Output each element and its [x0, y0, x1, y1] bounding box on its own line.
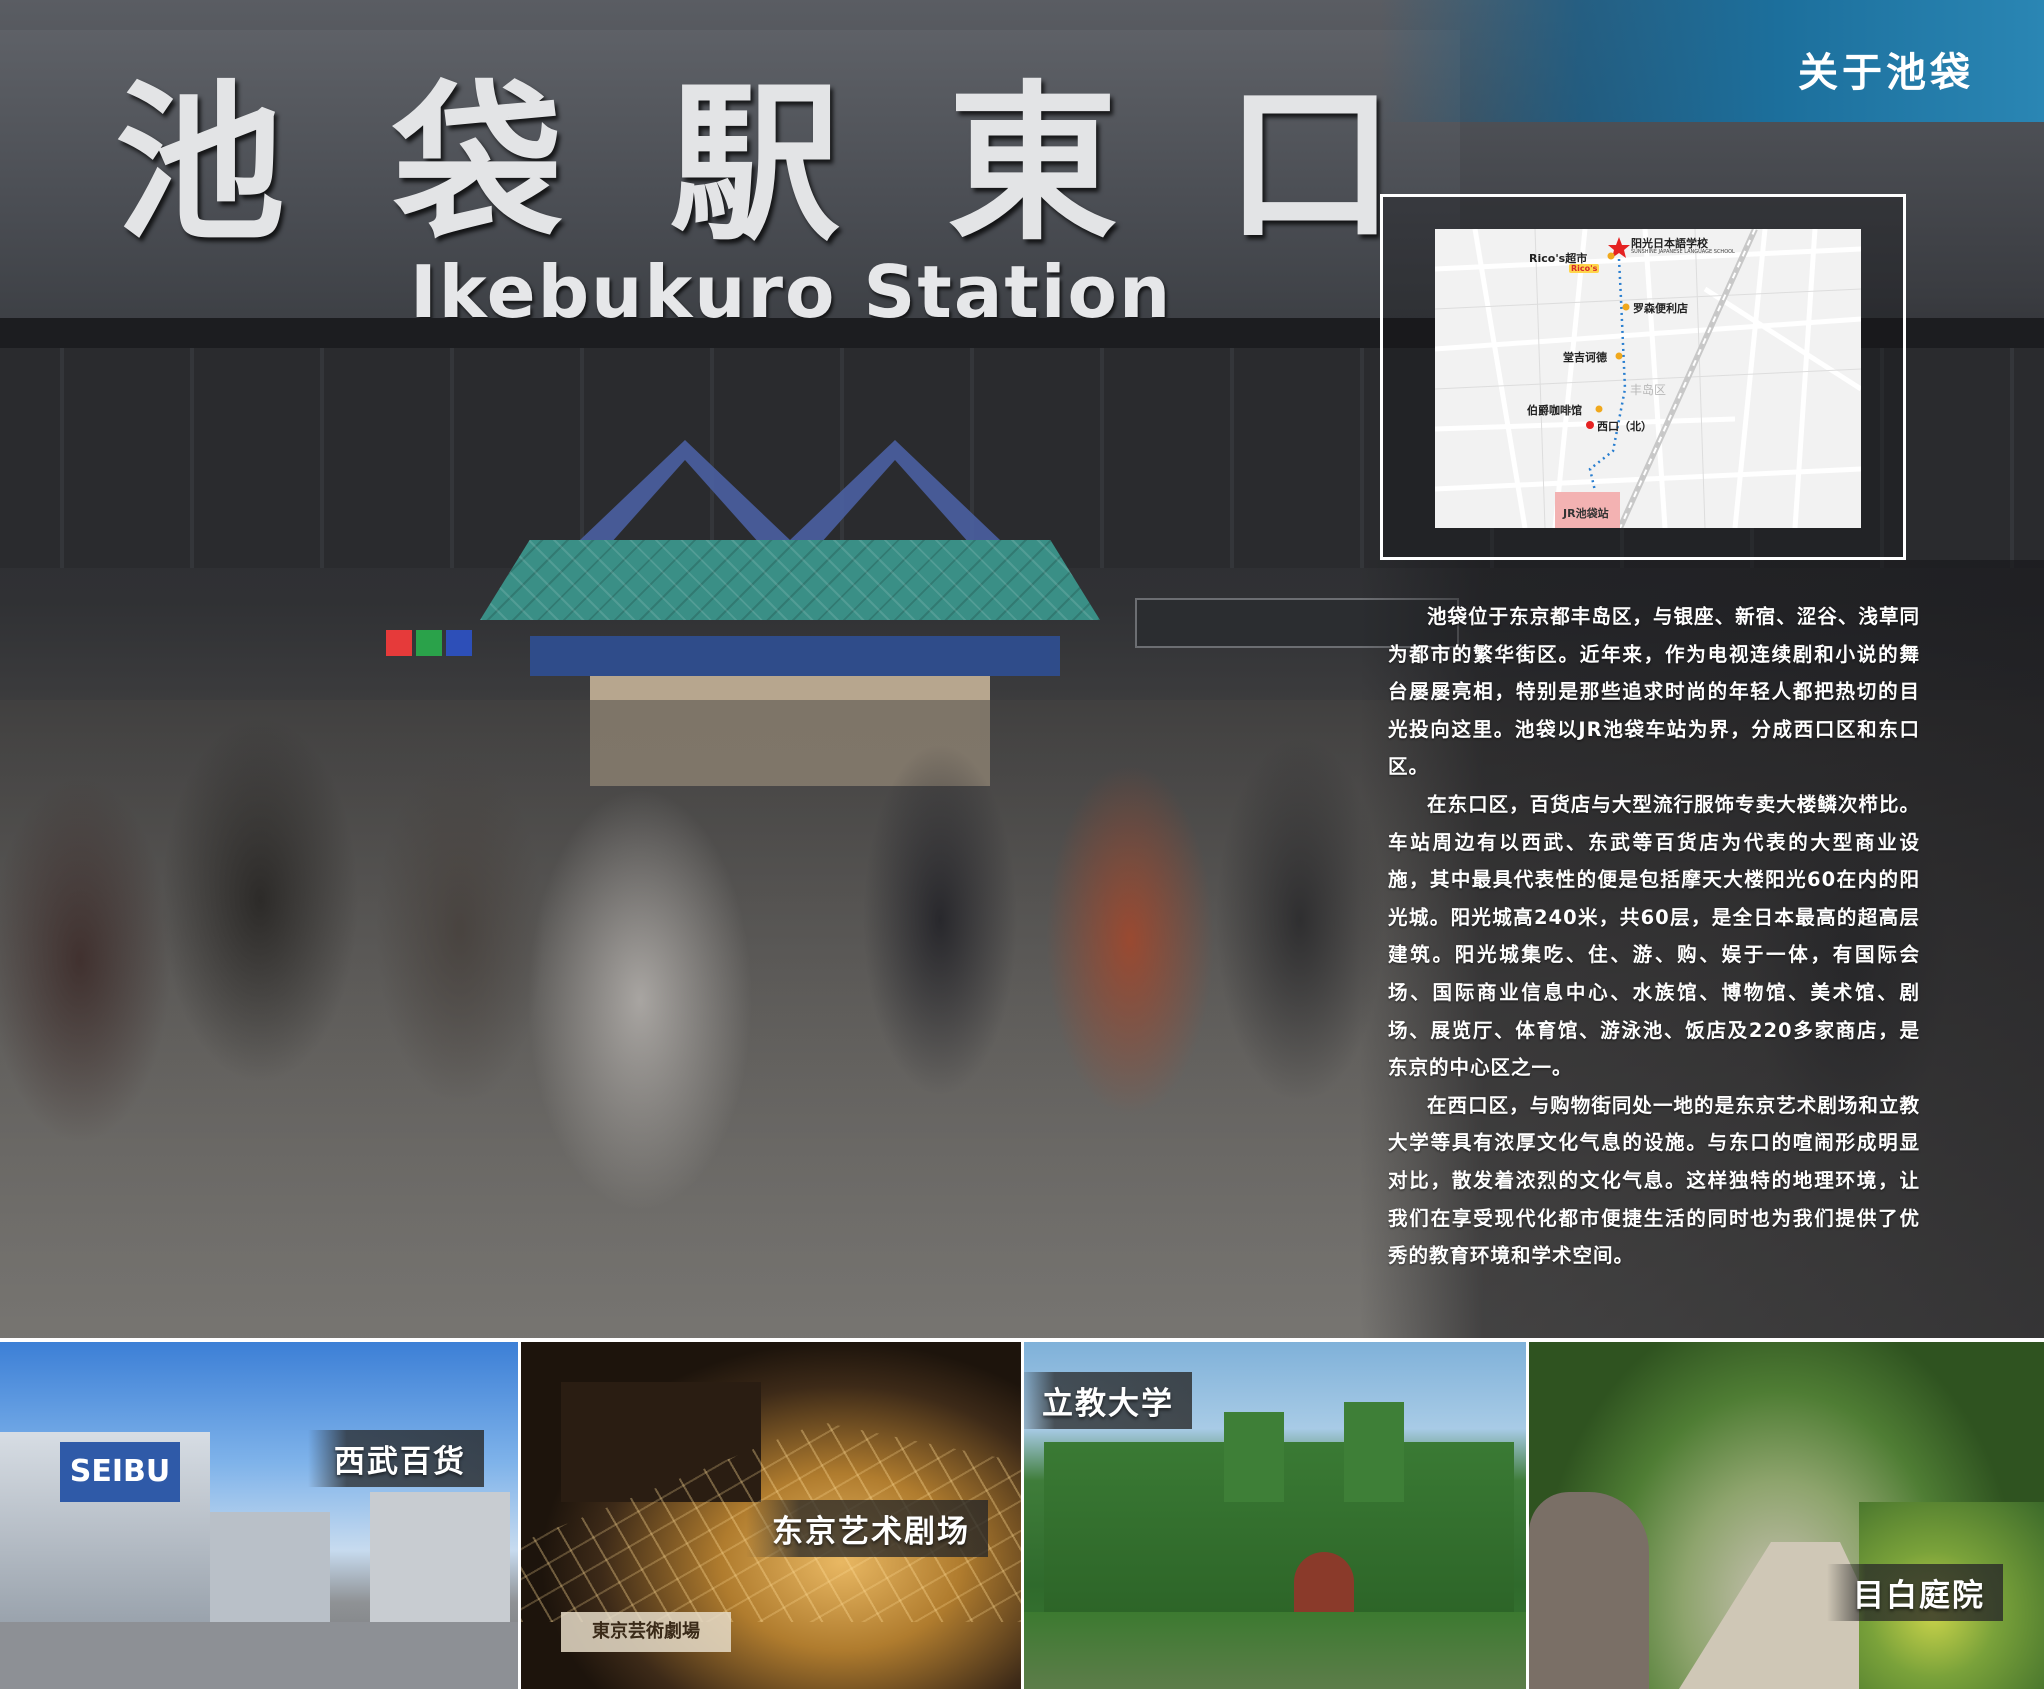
- thumbnail-mejiro-garden: 目白庭院: [1529, 1342, 2044, 1689]
- theatre-sign: 東京芸術劇場: [561, 1612, 731, 1652]
- archway: [1294, 1552, 1354, 1612]
- road: [0, 1622, 518, 1689]
- map-label-donki: 堂吉诃德: [1563, 351, 1607, 364]
- rock: [1529, 1492, 1649, 1689]
- sign-char: 東: [947, 66, 1118, 264]
- map-label-station: JR池袋站: [1563, 507, 1609, 520]
- thumbnail-label: 东京艺术剧场: [746, 1500, 988, 1557]
- thumbnail-label: 西武百货: [308, 1430, 484, 1487]
- store-logo-square: [446, 630, 472, 656]
- sign-char: 池: [115, 66, 286, 264]
- sign-char: 駅: [669, 66, 840, 264]
- thumbnail-seibu: SEIBU 西武百货: [0, 1342, 518, 1689]
- building: [210, 1512, 330, 1622]
- hedge: [1024, 1612, 1526, 1689]
- poi-marker: [1607, 252, 1615, 260]
- map-label-school-en: SUNSHINE JAPANESE LANGUAGE SCHOOL: [1631, 249, 1735, 255]
- thumbnail-rikkyo-university: 立教大学: [1024, 1342, 1526, 1689]
- kiosk-roof: [480, 540, 1100, 620]
- thumbnail-strip: SEIBU 西武百货 東京芸術劇場 东京艺术剧场 立教大学 目白庭院: [0, 1338, 2044, 1689]
- tower: [1224, 1412, 1284, 1502]
- sign-char: 袋: [392, 66, 563, 264]
- building: [370, 1492, 510, 1622]
- tower: [1344, 1402, 1404, 1502]
- poi-marker: [1622, 303, 1630, 311]
- map-streets: [1435, 229, 1861, 528]
- map-label-lawson: 罗森便利店: [1633, 302, 1688, 315]
- rico-logo: Rico's: [1569, 264, 1600, 273]
- poi-marker: [1595, 405, 1603, 413]
- paragraph: 在东口区，百货店与大型流行服饰专卖大楼鳞次栉比。车站周边有以西武、东武等百货店为…: [1388, 792, 1920, 1080]
- poi-marker: [1615, 352, 1623, 360]
- seibu-sign: SEIBU: [60, 1442, 180, 1502]
- map-label-cafe: 伯爵咖啡馆: [1527, 404, 1582, 417]
- title-ribbon: 关于池袋: [1380, 0, 2044, 122]
- page-title: 关于池袋: [1798, 50, 1974, 96]
- map-frame: 阳光日本語学校 SUNSHINE JAPANESE LANGUAGE SCHOO…: [1380, 194, 1906, 560]
- thumbnail-label: 立教大学: [1024, 1372, 1192, 1429]
- store-logo-square: [416, 630, 442, 656]
- sign-char: 口: [1224, 66, 1395, 264]
- station-sign-kanji: 池 袋 駅 東 口: [115, 80, 1395, 250]
- store-logo-square: [386, 630, 412, 656]
- kiosk-band: [530, 636, 1060, 676]
- area-map: 阳光日本語学校 SUNSHINE JAPANESE LANGUAGE SCHOO…: [1435, 229, 1861, 528]
- map-label-west-exit: 西口（北）: [1597, 420, 1652, 433]
- thumbnail-tokyo-arts-theatre: 東京芸術劇場 东京艺术剧场: [521, 1342, 1021, 1689]
- paragraph: 池袋位于东京都丰岛区，与银座、新宿、涩谷、浅草同为都市的繁华街区。近年来，作为电…: [1388, 605, 1920, 779]
- map-label-district: 丰岛区: [1630, 383, 1667, 397]
- paragraph: 在西口区，与购物街同处一地的是东京艺术剧场和立教大学等具有浓厚文化气息的设施。与…: [1388, 1093, 1920, 1268]
- thumbnail-label: 目白庭院: [1827, 1564, 2003, 1621]
- intro-text: 池袋位于东京都丰岛区，与银座、新宿、涩谷、浅草同为都市的繁华街区。近年来，作为电…: [1388, 598, 1920, 1275]
- exit-marker: [1586, 421, 1594, 429]
- walking-route: [1588, 258, 1627, 492]
